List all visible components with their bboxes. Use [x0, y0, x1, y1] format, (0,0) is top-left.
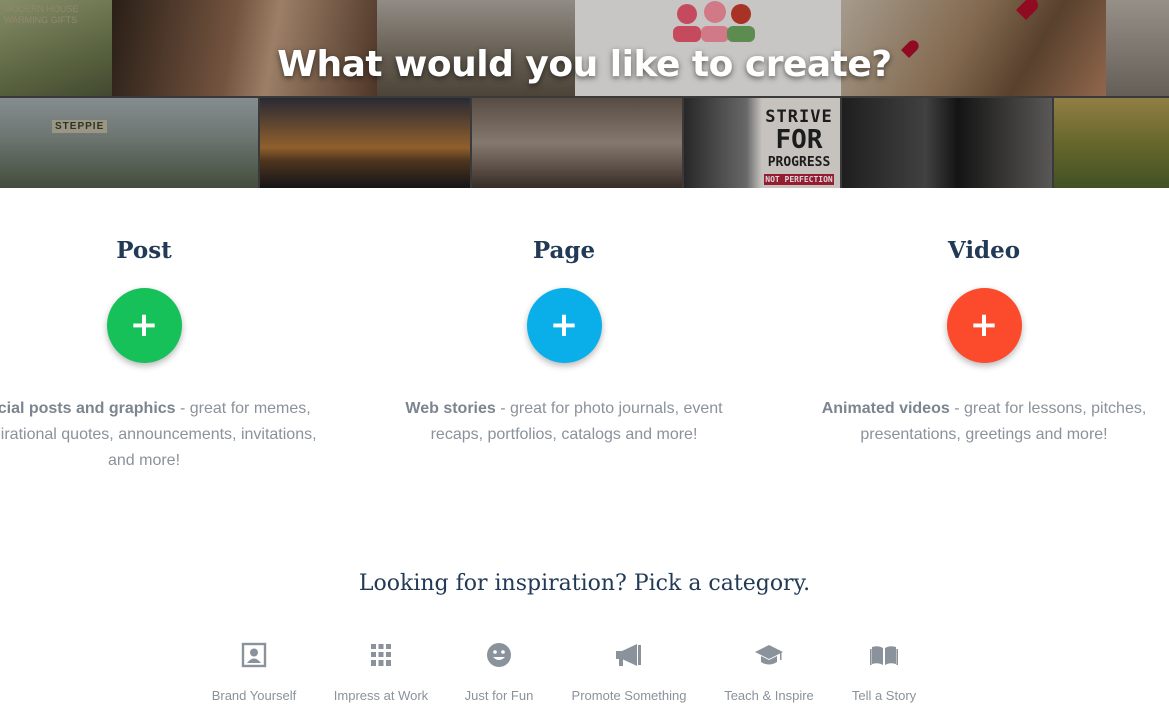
category-label: Impress at Work: [333, 688, 429, 703]
hero-photo-booth: STEPPIE: [0, 98, 258, 188]
category-label: Promote Something: [571, 688, 687, 703]
create-video-button[interactable]: +: [946, 288, 1022, 363]
category-promote-something[interactable]: Promote Something: [564, 640, 694, 703]
category-brand-yourself[interactable]: Brand Yourself: [204, 640, 304, 703]
option-video: Video + Animated videos - great for less…: [774, 236, 1169, 448]
option-description: Animated videos - great for lessons, pit…: [804, 396, 1164, 448]
portrait-icon: [204, 640, 304, 670]
hero-photo-strive-poster: STRIVE FOR PROGRESS NOT PERFECTION: [684, 98, 840, 188]
plus-icon: +: [129, 305, 159, 345]
option-title: Post: [116, 237, 172, 264]
category-teach-and-inspire[interactable]: Teach & Inspire: [719, 640, 819, 703]
graduation-cap-icon: [719, 640, 819, 670]
create-post-button[interactable]: +: [106, 288, 182, 363]
hero-title: What would you like to create?: [277, 44, 892, 85]
category-label: Just for Fun: [464, 688, 534, 703]
option-post: Post + Social posts and graphics - great…: [0, 236, 354, 474]
option-desc-bold: Animated videos: [821, 400, 950, 417]
category-impress-at-work[interactable]: Impress at Work: [326, 640, 436, 703]
category-label: Teach & Inspire: [724, 688, 814, 703]
hero-photo-chihuahua: [842, 98, 1052, 188]
category-label: Tell a Story: [851, 688, 917, 703]
hero-photo-wedding: [472, 98, 682, 188]
hero-photo-sunset-harbor: [260, 98, 470, 188]
hero-photo-fields: [1054, 98, 1169, 188]
smiley-icon: [459, 640, 539, 670]
option-description: Web stories - great for photo journals, …: [384, 396, 744, 448]
hero-collage: MODERN HOUSE WARMING GIFTS STEPPIE STRIV…: [0, 0, 1169, 188]
category-tell-a-story[interactable]: Tell a Story: [844, 640, 924, 703]
create-page-button[interactable]: +: [526, 288, 602, 363]
plus-icon: +: [549, 305, 579, 345]
option-page: Page + Web stories - great for photo jou…: [354, 236, 774, 448]
option-title: Video: [947, 237, 1021, 264]
option-desc-bold: Web stories: [405, 400, 496, 417]
building-icon: [326, 640, 436, 670]
plus-icon: +: [969, 305, 999, 345]
category-just-for-fun[interactable]: Just for Fun: [459, 640, 539, 703]
book-icon: [844, 640, 924, 670]
option-desc-bold: Social posts and graphics: [0, 400, 176, 417]
category-label: Brand Yourself: [211, 688, 297, 703]
option-description: Social posts and graphics - great for me…: [0, 396, 324, 474]
option-title: Page: [532, 237, 596, 264]
inspiration-title: Looking for inspiration? Pick a category…: [358, 571, 811, 596]
megaphone-icon: [564, 640, 694, 670]
